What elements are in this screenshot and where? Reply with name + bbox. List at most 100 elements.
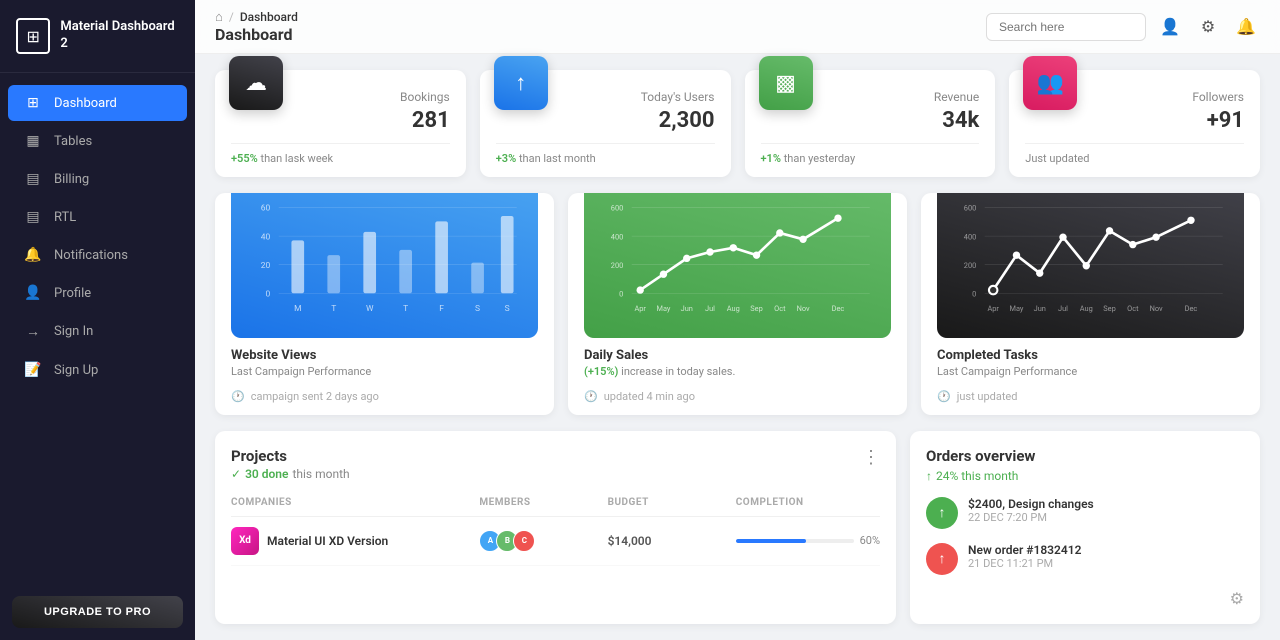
svg-text:Aug: Aug [1080, 304, 1093, 313]
daily-sales-subtitle: (+15%) increase in today sales. [584, 365, 891, 378]
sidebar-item-billing[interactable]: ▤ Billing [8, 161, 187, 197]
col-completion: COMPLETION [736, 497, 880, 508]
daily-sales-footer: 🕐 updated 4 min ago [568, 382, 907, 415]
sidebar-item-label: RTL [54, 210, 76, 225]
orders-month-value: 24% this month [936, 469, 1018, 483]
chart-header-sales: 600 400 200 0 [568, 193, 907, 338]
website-views-subtitle: Last Campaign Performance [231, 365, 538, 378]
svg-text:Nov: Nov [1150, 304, 1163, 313]
order-name: $2400, Design changes [968, 497, 1244, 511]
sidebar-logo: ⊞ Material Dashboard 2 [0, 0, 195, 73]
svg-text:600: 600 [611, 204, 623, 213]
bookings-footer: +55% than lask week [231, 143, 450, 165]
svg-text:Aug: Aug [727, 304, 740, 313]
svg-text:600: 600 [964, 204, 976, 213]
svg-text:0: 0 [619, 289, 623, 298]
order-info-2: New order #1832412 21 DEC 11:21 PM [968, 543, 1244, 570]
sidebar-item-signup[interactable]: 📝 Sign Up [8, 352, 187, 388]
completed-tasks-footer: 🕐 just updated [921, 382, 1260, 415]
completed-tasks-title: Completed Tasks [937, 348, 1244, 363]
sidebar-item-profile[interactable]: 👤 Profile [8, 275, 187, 311]
content-area: ☁ Bookings 281 +55% than lask week ↑ Tod… [195, 54, 1280, 640]
sidebar-item-label: Sign Up [54, 363, 98, 378]
signin-icon: → [24, 323, 42, 340]
svg-text:S: S [475, 304, 480, 314]
svg-text:Apr: Apr [987, 304, 999, 313]
upgrade-button[interactable]: UPGRADE TO PRO [12, 596, 183, 628]
bookings-change: +55% [231, 152, 258, 165]
user-icon[interactable]: 👤 [1156, 13, 1184, 41]
sidebar-item-rtl[interactable]: ▤ RTL [8, 199, 187, 235]
breadcrumb-sep: / [229, 10, 234, 24]
top-bar: ⌂ / Dashboard Dashboard 👤 ⚙ 🔔 [195, 0, 1280, 54]
settings-icon[interactable]: ⚙ [1194, 13, 1222, 41]
followers-icon-box: 👥 [1023, 56, 1077, 110]
sidebar-item-label: Dashboard [54, 96, 117, 111]
revenue-change-text: than yesterday [784, 152, 855, 165]
projects-title: Projects [231, 447, 350, 465]
sidebar-item-tables[interactable]: ▦ Tables [8, 123, 187, 159]
projects-header: Projects ✓ 30 done this month ⋮ [231, 447, 880, 481]
arrow-up-icon: ↑ [926, 469, 932, 483]
orders-footer: ⚙ [926, 589, 1244, 608]
clock-icon: 🕐 [937, 390, 951, 403]
profile-icon: 👤 [24, 285, 42, 301]
order-dot-red: ↑ [926, 543, 958, 575]
progress-fill [736, 539, 807, 543]
svg-text:May: May [1010, 304, 1024, 313]
stat-cards-row: ☁ Bookings 281 +55% than lask week ↑ Tod… [215, 70, 1260, 177]
check-icon: ✓ [231, 467, 241, 481]
svg-text:Dec: Dec [832, 304, 845, 313]
svg-text:S: S [505, 304, 510, 314]
completion-cell: 60% [736, 534, 880, 547]
order-info: $2400, Design changes 22 DEC 7:20 PM [968, 497, 1244, 524]
users-change-text: than last month [519, 152, 596, 165]
stat-card-users: ↑ Today's Users 2,300 +3% than last mont… [480, 70, 731, 177]
bell-icon[interactable]: 🔔 [1232, 13, 1260, 41]
website-views-footer: 🕐 campaign sent 2 days ago [215, 382, 554, 415]
svg-text:Jul: Jul [705, 304, 715, 313]
chart-card-website-views: 60 40 20 0 [215, 193, 554, 415]
svg-text:M: M [294, 304, 301, 314]
sidebar-nav: ⊞ Dashboard ▦ Tables ▤ Billing ▤ RTL 🔔 N… [0, 73, 195, 584]
rtl-icon: ▤ [24, 209, 42, 225]
svg-text:T: T [331, 304, 336, 314]
svg-text:Oct: Oct [774, 304, 786, 313]
bookings-value: 281 [231, 108, 450, 133]
sidebar-item-notifications[interactable]: 🔔 Notifications [8, 237, 187, 273]
more-options-icon[interactable]: ⋮ [862, 447, 880, 468]
followers-value: +91 [1025, 108, 1244, 133]
chart-card-daily-sales: 600 400 200 0 [568, 193, 907, 415]
svg-text:Jun: Jun [681, 304, 693, 313]
chart-inner-dark: 600 400 200 0 [937, 193, 1244, 338]
website-views-title: Website Views [231, 348, 538, 363]
company-name: Material UI XD Version [267, 534, 388, 548]
bottom-row: Projects ✓ 30 done this month ⋮ COMPANIE… [215, 431, 1260, 624]
users-change: +3% [496, 152, 516, 165]
projects-done-count: 30 done [245, 467, 288, 481]
orders-title: Orders overview [926, 447, 1244, 465]
daily-sales-change: (+15%) [584, 365, 618, 378]
clock-icon: 🕐 [231, 390, 245, 403]
sidebar-item-dashboard[interactable]: ⊞ Dashboard [8, 85, 187, 121]
stat-card-followers: 👥 Followers +91 Just updated [1009, 70, 1260, 177]
completed-tasks-subtitle: Last Campaign Performance [937, 365, 1244, 378]
svg-text:Sep: Sep [1103, 304, 1115, 313]
svg-text:200: 200 [964, 261, 976, 270]
projects-done-period: this month [292, 467, 349, 481]
users-icon-box: ↑ [494, 56, 548, 110]
sidebar-item-signin[interactable]: → Sign In [8, 313, 187, 350]
svg-text:Jun: Jun [1034, 304, 1046, 313]
followers-footer: Just updated [1025, 143, 1244, 165]
signup-icon: 📝 [24, 362, 42, 378]
chart-card-completed-tasks: 600 400 200 0 [921, 193, 1260, 415]
svg-text:May: May [657, 304, 671, 313]
search-input[interactable] [986, 13, 1146, 41]
revenue-footer: +1% than yesterday [761, 143, 980, 165]
svg-text:400: 400 [611, 232, 623, 241]
gear-icon[interactable]: ⚙ [1230, 589, 1244, 608]
sidebar-item-label: Notifications [54, 248, 128, 263]
company-icon: Xd [231, 527, 259, 555]
revenue-value: 34k [761, 108, 980, 133]
sidebar-item-label: Profile [54, 286, 91, 301]
